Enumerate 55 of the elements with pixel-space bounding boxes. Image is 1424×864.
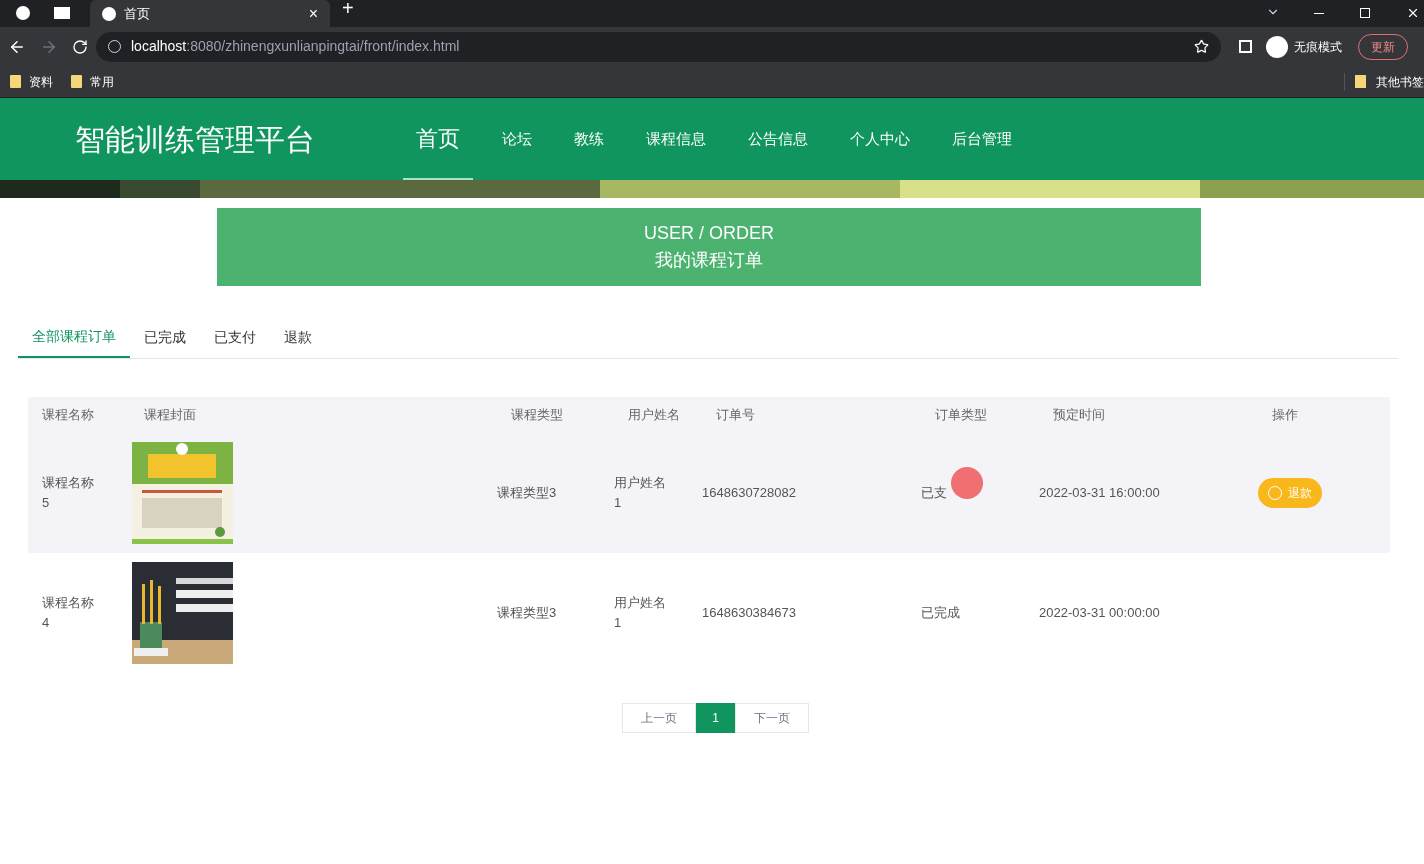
table-cell-text: 用户姓名 1 bbox=[614, 474, 667, 512]
table-cell-text: 1648630384673 bbox=[702, 604, 797, 623]
nav-link[interactable]: 后台管理 bbox=[939, 98, 1025, 180]
close-icon[interactable]: × bbox=[308, 1, 318, 26]
folder-icon bbox=[1355, 75, 1366, 88]
browser-tab[interactable]: 首页 × bbox=[90, 0, 330, 27]
nav-link[interactable]: 课程信息 bbox=[633, 98, 719, 180]
bookmark[interactable]: 资料 bbox=[29, 72, 53, 91]
order-tab[interactable]: 退款 bbox=[270, 316, 326, 358]
table-cell-text: 已完成 bbox=[921, 604, 960, 623]
table-cell-text: 课程名称 4 bbox=[41, 594, 95, 632]
bookmark[interactable]: 其他书签 bbox=[1376, 72, 1424, 91]
nav-link[interactable]: 论坛 bbox=[489, 98, 545, 180]
banner-title: 我的课程订单 bbox=[655, 249, 763, 272]
order-tab[interactable]: 已完成 bbox=[130, 316, 200, 358]
table-cell-text: 2022-03-31 00:00:00 bbox=[1039, 604, 1161, 623]
folder-icon bbox=[71, 75, 82, 88]
banner-subtitle: USER / ORDER bbox=[644, 222, 774, 245]
column-header: 课程名称 bbox=[41, 406, 95, 425]
column-header: 课程类型 bbox=[510, 406, 564, 425]
nav-link[interactable]: 教练 bbox=[561, 98, 617, 180]
restore-icon[interactable] bbox=[1360, 8, 1370, 18]
nav-link[interactable]: 公告信息 bbox=[735, 98, 821, 180]
sidebar-icon[interactable] bbox=[1239, 40, 1252, 53]
address-bar[interactable]: localhost:8080/zhinengxunlianpingtai/front/index.html bbox=[96, 31, 1221, 62]
column-header: 课程封面 bbox=[143, 406, 197, 425]
url-host: localhost bbox=[131, 37, 187, 56]
site-title: 智能训练管理平台 bbox=[75, 121, 316, 158]
order-tab[interactable]: 已支付 bbox=[200, 316, 270, 358]
bookmark[interactable]: 常用 bbox=[90, 72, 114, 91]
next-page-button[interactable]: 下一页 bbox=[735, 703, 809, 733]
profile-label[interactable]: 无痕模式 bbox=[1294, 37, 1342, 56]
column-header: 操作 bbox=[1271, 406, 1299, 425]
star-icon[interactable] bbox=[1194, 39, 1209, 54]
column-header: 订单号 bbox=[715, 406, 756, 425]
prev-page-button[interactable]: 上一页 bbox=[622, 703, 696, 733]
order-tab[interactable]: 全部课程订单 bbox=[18, 316, 130, 358]
table-cell-text: 课程类型3 bbox=[497, 604, 558, 623]
tab-title: 首页 bbox=[124, 4, 151, 23]
table-cell-text: 已支 bbox=[921, 484, 947, 503]
column-header: 预定时间 bbox=[1052, 406, 1106, 425]
url-path: :8080/zhinengxunlianpingtai/front/index.html bbox=[186, 37, 460, 56]
page-button[interactable]: 1 bbox=[696, 703, 735, 733]
reload-icon[interactable] bbox=[72, 38, 88, 55]
column-header: 订单类型 bbox=[934, 406, 988, 425]
nav-link[interactable]: 个人中心 bbox=[837, 98, 923, 180]
close-icon[interactable] bbox=[1406, 6, 1420, 20]
folder-icon bbox=[10, 75, 21, 88]
table-cell-text: 课程类型3 bbox=[497, 484, 558, 503]
column-header: 用户姓名 bbox=[627, 406, 681, 425]
table-cell-text: 课程名称 5 bbox=[41, 474, 95, 512]
table-cell-text: 用户姓名 1 bbox=[614, 594, 667, 632]
table-cell-text: 1648630728082 bbox=[702, 484, 797, 503]
new-tab-button[interactable]: + bbox=[342, 0, 354, 23]
table-cell-text: 2022-03-31 16:00:00 bbox=[1039, 484, 1161, 503]
